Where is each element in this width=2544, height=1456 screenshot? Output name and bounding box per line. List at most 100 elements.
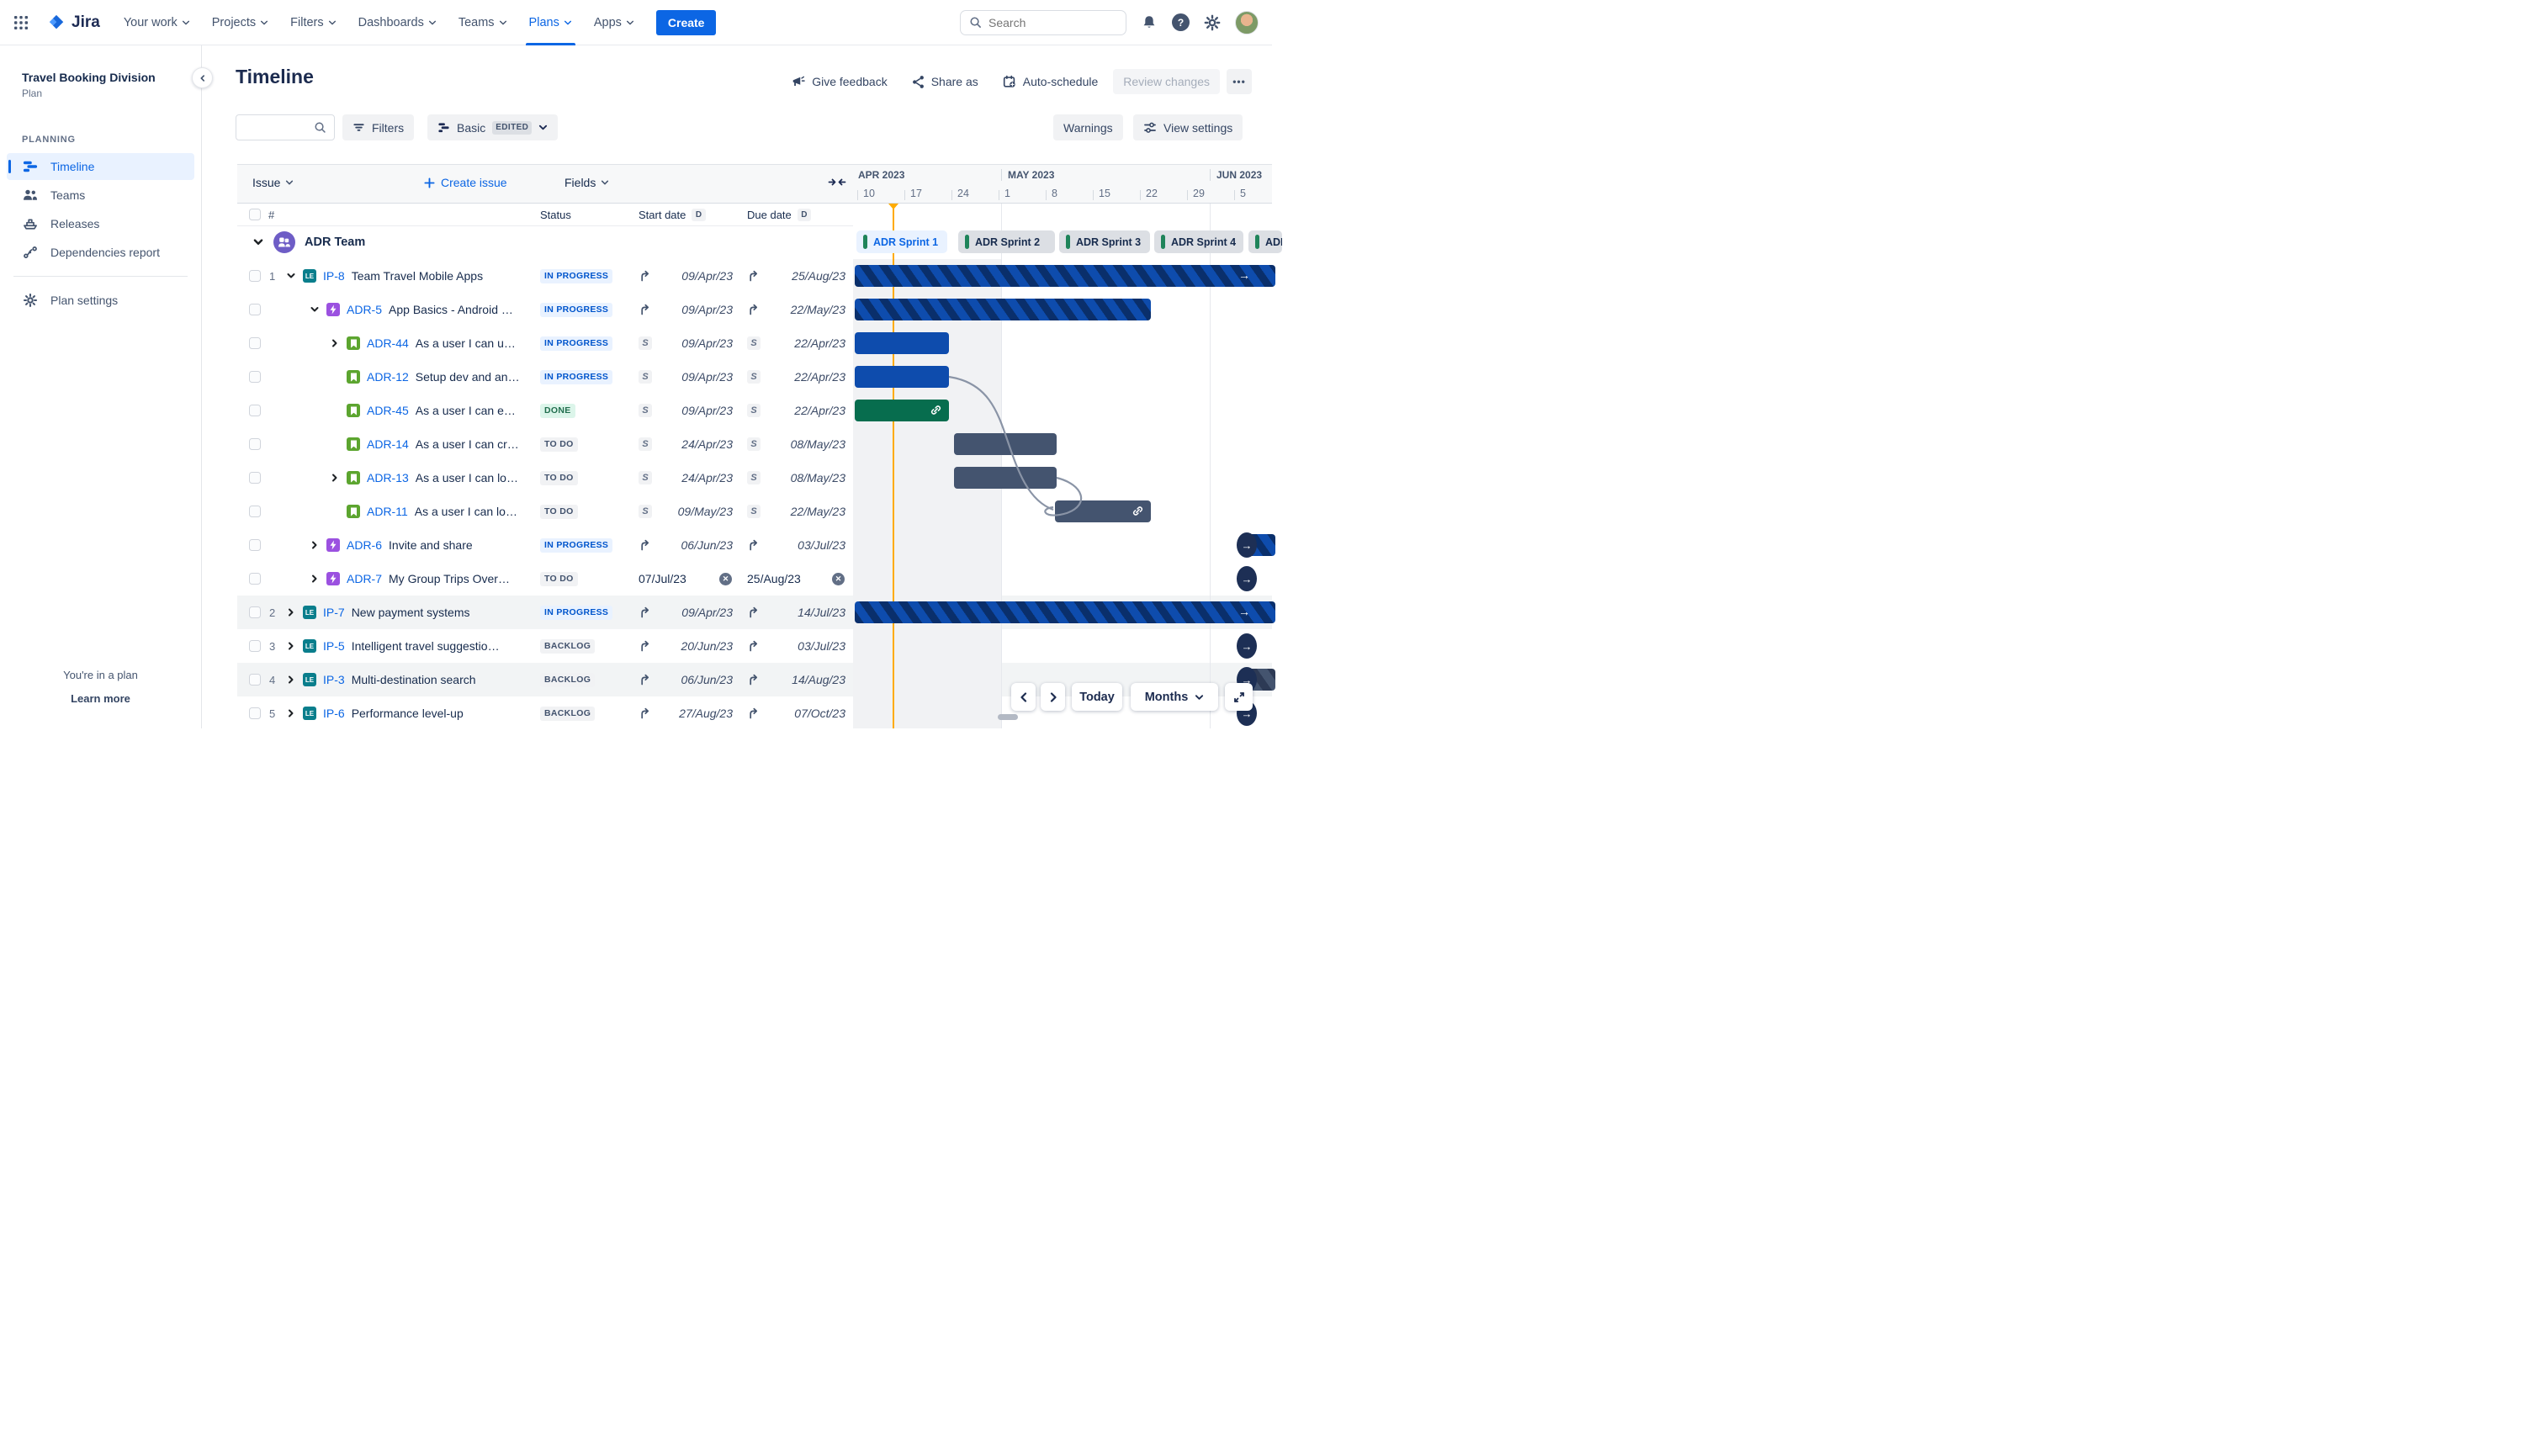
- gantt-bar-ADR-12[interactable]: [855, 366, 949, 388]
- issue-summary[interactable]: Team Travel Mobile Apps: [352, 269, 483, 283]
- timeline-scroll-right-button[interactable]: [1041, 683, 1065, 711]
- start-date-value[interactable]: 09/Apr/23: [681, 404, 733, 417]
- learn-more-link[interactable]: Learn more: [0, 692, 201, 705]
- status-lozenge[interactable]: IN PROGRESS: [540, 537, 613, 553]
- zoom-level-dropdown[interactable]: Months: [1131, 683, 1218, 711]
- issue-key[interactable]: ADR-14: [367, 437, 409, 451]
- status-lozenge[interactable]: TO DO: [540, 504, 578, 519]
- row-checkbox[interactable]: [249, 405, 261, 416]
- issue-key[interactable]: ADR-45: [367, 404, 409, 417]
- issue-key[interactable]: IP-5: [323, 639, 345, 653]
- start-date-value[interactable]: 09/May/23: [678, 505, 733, 518]
- issue-key[interactable]: ADR-5: [347, 303, 382, 316]
- sidebar-item-timeline[interactable]: Timeline: [7, 153, 194, 180]
- remove-date-icon[interactable]: ✕: [719, 572, 732, 585]
- chevron-down-icon[interactable]: [252, 236, 264, 248]
- row-checkbox[interactable]: [249, 304, 261, 315]
- due-date-value[interactable]: 25/Aug/23: [747, 572, 801, 585]
- notifications-icon[interactable]: [1141, 14, 1158, 31]
- chevron-right-icon[interactable]: [286, 607, 296, 617]
- due-date-value[interactable]: 22/Apr/23: [794, 370, 845, 384]
- issue-key[interactable]: IP-8: [323, 269, 345, 283]
- issue-key[interactable]: ADR-13: [367, 471, 409, 484]
- row-checkbox[interactable]: [249, 506, 261, 517]
- gantt-bar-ADR-44[interactable]: [855, 332, 949, 354]
- sidebar-collapse-button[interactable]: [192, 67, 213, 88]
- chevron-right-icon[interactable]: [286, 675, 296, 685]
- chevron-right-icon[interactable]: [330, 473, 340, 483]
- nav-item-plans[interactable]: Plans: [525, 0, 576, 45]
- sprint-bar-1[interactable]: ADR Sprint 1: [856, 230, 947, 253]
- status-lozenge[interactable]: IN PROGRESS: [540, 268, 613, 283]
- due-date-value[interactable]: 14/Jul/23: [798, 606, 845, 619]
- status-lozenge[interactable]: BACKLOG: [540, 638, 596, 654]
- status-lozenge[interactable]: IN PROGRESS: [540, 605, 613, 620]
- nav-item-apps[interactable]: Apps: [594, 0, 634, 45]
- sprint-bar-4[interactable]: ADR Sprint 4: [1154, 230, 1243, 253]
- gantt-bar-ADR-14[interactable]: [954, 433, 1057, 455]
- chevron-right-icon[interactable]: [286, 641, 296, 651]
- sidebar-item-teams[interactable]: Teams: [7, 182, 194, 209]
- select-all-checkbox[interactable]: [249, 209, 261, 220]
- global-search-field[interactable]: [988, 15, 1106, 29]
- issue-summary[interactable]: Invite and share: [389, 538, 473, 552]
- row-checkbox[interactable]: [249, 707, 261, 719]
- start-date-value[interactable]: 09/Apr/23: [681, 336, 733, 350]
- due-date-value[interactable]: 03/Jul/23: [798, 639, 845, 653]
- issue-key[interactable]: ADR-11: [367, 505, 408, 518]
- global-search-input[interactable]: [960, 9, 1126, 35]
- sprint-bar-5[interactable]: ADR Sprint 5: [1248, 230, 1282, 253]
- issue-summary[interactable]: Setup dev and and ...: [416, 370, 520, 384]
- remove-date-icon[interactable]: ✕: [832, 572, 845, 585]
- start-date-value[interactable]: 06/Jun/23: [681, 673, 734, 686]
- row-checkbox[interactable]: [249, 539, 261, 551]
- timeline-scroll-left-button[interactable]: [1011, 683, 1036, 711]
- start-date-value[interactable]: 24/Apr/23: [681, 437, 733, 451]
- horizontal-scrollbar-thumb[interactable]: [998, 714, 1018, 720]
- issue-summary[interactable]: App Basics - Android test: [389, 303, 513, 316]
- status-lozenge[interactable]: BACKLOG: [540, 706, 596, 721]
- sprint-bar-2[interactable]: ADR Sprint 2: [958, 230, 1055, 253]
- row-checkbox[interactable]: [249, 674, 261, 686]
- gantt-bar-ADR-5[interactable]: [855, 299, 1151, 320]
- issue-key[interactable]: ADR-6: [347, 538, 382, 552]
- issue-key[interactable]: IP-6: [323, 707, 345, 720]
- due-date-value[interactable]: 22/May/23: [791, 505, 845, 518]
- issue-summary[interactable]: As a user I can up...: [416, 336, 520, 350]
- gantt-bar-IP-7[interactable]: →: [855, 601, 1275, 623]
- due-date-value[interactable]: 07/Oct/23: [794, 707, 845, 720]
- chevron-right-icon[interactable]: [330, 338, 340, 348]
- row-checkbox[interactable]: [249, 371, 261, 383]
- status-lozenge[interactable]: BACKLOG: [540, 672, 596, 687]
- issue-summary[interactable]: New payment systems: [352, 606, 470, 619]
- collapse-fields-panel-icon[interactable]: [828, 176, 846, 193]
- row-checkbox[interactable]: [249, 270, 261, 282]
- jira-logo[interactable]: Jira: [47, 13, 100, 32]
- offscreen-right-indicator[interactable]: →: [1237, 566, 1257, 591]
- view-settings-button[interactable]: View settings: [1133, 114, 1243, 140]
- issue-key[interactable]: IP-3: [323, 673, 345, 686]
- start-date-value[interactable]: 07/Jul/23: [639, 572, 686, 585]
- status-lozenge[interactable]: DONE: [540, 403, 575, 418]
- nav-item-teams[interactable]: Teams: [458, 0, 507, 45]
- status-lozenge[interactable]: TO DO: [540, 470, 578, 485]
- issue-summary[interactable]: My Group Trips Overview: [389, 572, 513, 585]
- auto-schedule-button[interactable]: Auto-schedule: [994, 69, 1107, 94]
- status-lozenge[interactable]: TO DO: [540, 437, 578, 452]
- help-icon[interactable]: ?: [1172, 13, 1190, 31]
- row-checkbox[interactable]: [249, 573, 261, 585]
- start-date-value[interactable]: 20/Jun/23: [681, 639, 734, 653]
- gantt-bar-IP-8[interactable]: →: [855, 265, 1275, 287]
- issue-key[interactable]: ADR-7: [347, 572, 382, 585]
- due-date-value[interactable]: 22/Apr/23: [794, 336, 845, 350]
- issue-summary[interactable]: Intelligent travel suggestions: [352, 639, 500, 653]
- chevron-right-icon[interactable]: [310, 574, 320, 584]
- due-date-value[interactable]: 22/May/23: [791, 303, 845, 316]
- nav-item-dashboards[interactable]: Dashboards: [358, 0, 437, 45]
- offscreen-right-indicator[interactable]: →: [1237, 532, 1257, 558]
- issue-summary[interactable]: As a user I can cre...: [416, 437, 520, 451]
- row-checkbox[interactable]: [249, 337, 261, 349]
- review-changes-button[interactable]: Review changes: [1113, 69, 1220, 94]
- create-button[interactable]: Create: [655, 9, 717, 35]
- gantt-bar-ADR-11[interactable]: [1055, 500, 1151, 522]
